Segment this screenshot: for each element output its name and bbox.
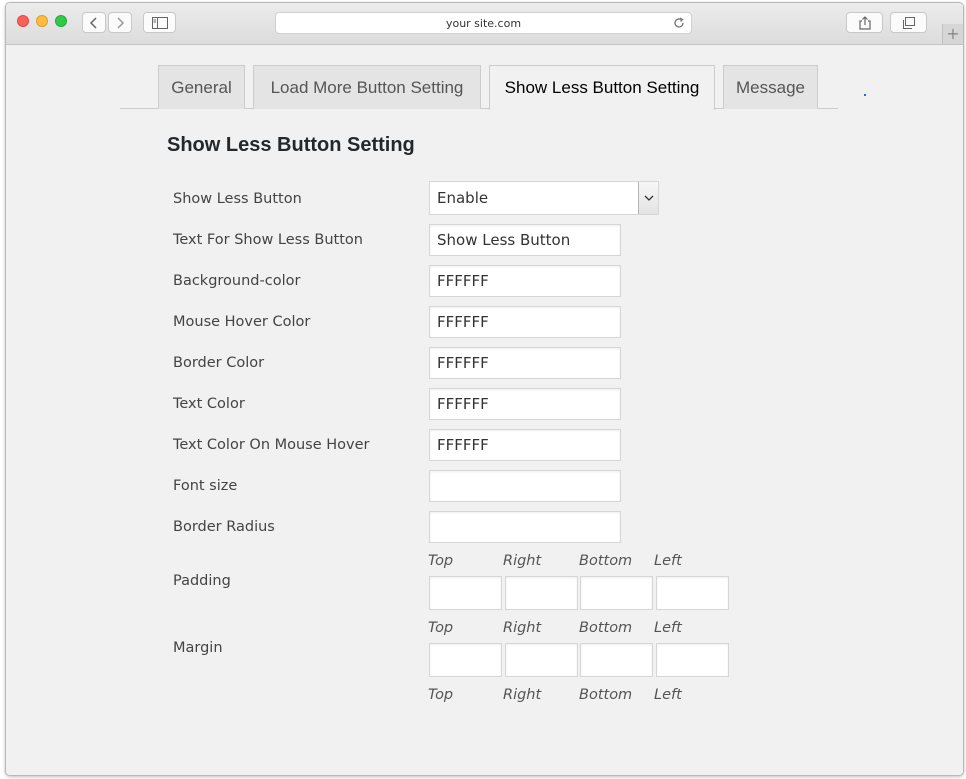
forward-button[interactable] — [108, 12, 132, 33]
forward-icon — [117, 16, 125, 29]
tabs-overview-button[interactable] — [890, 12, 927, 33]
sidebar-icon — [151, 16, 168, 29]
show-less-button-select[interactable]: Enable — [429, 181, 659, 215]
margin-left-caption: Left — [654, 620, 682, 636]
margin-right-input[interactable] — [505, 643, 578, 677]
trailing-bottom-caption: Bottom — [579, 687, 633, 703]
tab-general[interactable]: General — [158, 65, 245, 109]
label-margin: Margin — [173, 640, 223, 656]
tabs-icon — [902, 16, 915, 29]
browser-window: your site.com + General Load More Button… — [5, 2, 964, 776]
back-icon — [89, 16, 97, 29]
settings-page: General Load More Button Setting Show Le… — [6, 45, 963, 775]
reload-icon[interactable] — [673, 17, 685, 29]
padding-right-caption: Right — [503, 553, 542, 569]
select-arrow[interactable] — [638, 182, 658, 214]
mouse-hover-color-input[interactable]: FFFFFF — [429, 306, 621, 338]
address-bar[interactable]: your site.com — [275, 12, 692, 34]
chevron-down-icon — [644, 195, 653, 201]
back-button[interactable] — [82, 12, 106, 33]
font-size-input[interactable] — [429, 470, 621, 502]
padding-left-input[interactable] — [656, 576, 729, 610]
tab-show-less-button-setting[interactable]: Show Less Button Setting — [489, 65, 715, 110]
border-color-input[interactable]: FFFFFF — [429, 347, 621, 379]
label-text-for-button: Text For Show Less Button — [173, 232, 363, 248]
new-tab-button[interactable]: + — [942, 24, 963, 44]
margin-bottom-caption: Bottom — [579, 620, 633, 636]
padding-top-input[interactable] — [429, 576, 502, 610]
padding-left-caption: Left — [654, 553, 682, 569]
margin-bottom-input[interactable] — [580, 643, 653, 677]
label-mouse-hover-color: Mouse Hover Color — [173, 314, 311, 330]
label-font-size: Font size — [173, 478, 238, 494]
url-text: your site.com — [445, 16, 522, 30]
trailing-right-caption: Right — [503, 687, 542, 703]
close-window-button[interactable] — [17, 15, 29, 27]
text-for-button-input[interactable]: Show Less Button — [429, 224, 621, 256]
margin-top-input[interactable] — [429, 643, 502, 677]
trailing-left-caption: Left — [654, 687, 682, 703]
select-value: Enable — [437, 189, 489, 207]
margin-right-caption: Right — [503, 620, 542, 636]
decorative-dot — [864, 94, 866, 96]
section-title: Show Less Button Setting — [167, 134, 415, 156]
browser-toolbar: your site.com + — [6, 3, 963, 45]
margin-top-caption: Top — [428, 620, 454, 636]
padding-bottom-input[interactable] — [580, 576, 653, 610]
sidebar-button[interactable] — [143, 12, 176, 33]
label-padding: Padding — [173, 573, 231, 589]
tab-message[interactable]: Message — [723, 65, 818, 109]
label-text-color: Text Color — [173, 396, 245, 412]
label-border-color: Border Color — [173, 355, 265, 371]
share-icon — [858, 15, 871, 30]
padding-bottom-caption: Bottom — [579, 553, 633, 569]
background-color-input[interactable]: FFFFFF — [429, 265, 621, 297]
label-border-radius: Border Radius — [173, 519, 275, 535]
padding-right-input[interactable] — [505, 576, 578, 610]
zoom-window-button[interactable] — [55, 15, 67, 27]
padding-top-caption: Top — [428, 553, 454, 569]
label-text-color-hover: Text Color On Mouse Hover — [173, 437, 370, 453]
tab-load-more-button-setting[interactable]: Load More Button Setting — [253, 65, 481, 109]
share-button[interactable] — [846, 12, 883, 33]
text-color-input[interactable]: FFFFFF — [429, 388, 621, 420]
label-background-color: Background-color — [173, 273, 301, 289]
border-radius-input[interactable] — [429, 511, 621, 543]
text-color-hover-input[interactable]: FFFFFF — [429, 429, 621, 461]
trailing-top-caption: Top — [428, 687, 454, 703]
margin-left-input[interactable] — [656, 643, 729, 677]
label-show-less-button: Show Less Button — [173, 191, 302, 207]
minimize-window-button[interactable] — [36, 15, 48, 27]
